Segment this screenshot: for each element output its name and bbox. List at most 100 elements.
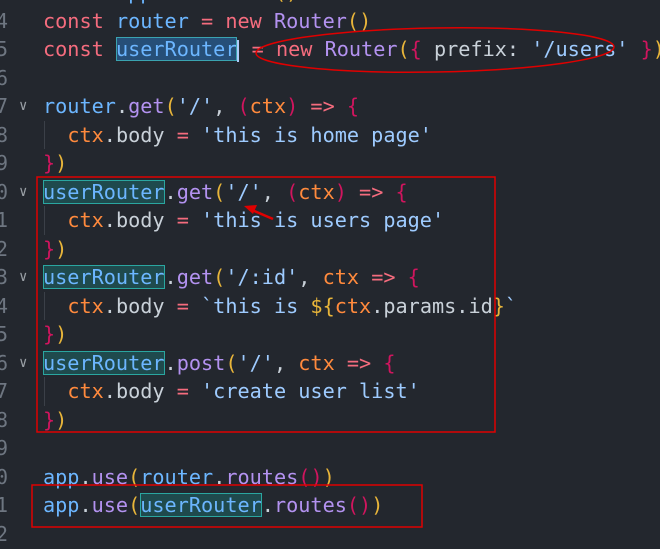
line-number: 14 xyxy=(0,293,8,318)
code-token: ctx xyxy=(334,293,372,318)
code-token: => xyxy=(346,179,396,204)
code-token: { xyxy=(409,37,422,62)
code-token: `this is xyxy=(201,293,311,318)
code-token: { xyxy=(407,265,420,290)
code-token: } xyxy=(43,236,56,261)
code-token: ) xyxy=(334,179,347,204)
line-number: 9 xyxy=(0,151,8,176)
code-token: ) xyxy=(359,493,372,518)
code-token: app xyxy=(43,493,80,518)
line-number: 10 xyxy=(0,179,8,204)
code-token: params xyxy=(383,293,457,318)
code-token: ) xyxy=(286,94,299,119)
code-line[interactable]: 5 const userRouter = new Router({ prefix:… xyxy=(0,35,660,64)
code-token: 'this is home page' xyxy=(201,122,432,147)
code-token: body xyxy=(115,208,165,233)
highlighted-symbol: userRouter xyxy=(43,179,165,204)
code-token: new xyxy=(275,37,313,62)
code-token: Router xyxy=(324,37,398,62)
code-text: }) xyxy=(43,235,67,264)
code-line[interactable]: 22 xyxy=(0,520,660,549)
code-line[interactable]: 9}) xyxy=(0,149,660,178)
code-token: ( xyxy=(164,94,177,119)
code-text: const app = new Koa() xyxy=(43,0,298,7)
code-text: userRouter.get('/', (ctx) => { xyxy=(43,178,408,207)
line-number: 7 xyxy=(0,94,8,119)
fold-chevron-icon[interactable]: ∨ xyxy=(19,263,27,292)
code-token: '/' xyxy=(225,179,262,204)
code-token: = xyxy=(188,8,226,33)
code-line[interactable]: 17 ctx.body = 'create user list' xyxy=(0,377,660,406)
code-token: . xyxy=(164,350,177,375)
code-token: ctx xyxy=(67,208,104,233)
code-token: ( xyxy=(128,493,141,518)
highlighted-symbol: userRouter xyxy=(43,265,165,290)
code-token: ctx xyxy=(67,293,104,318)
code-token: ( xyxy=(274,0,286,4)
code-line[interactable]: 4 const router = new Router() xyxy=(0,7,660,36)
code-token: routes xyxy=(273,493,347,518)
code-line[interactable]: 16 ∨ userRouter.post('/', ctx => { xyxy=(0,349,660,378)
code-token: '/:id' xyxy=(225,265,299,290)
fold-chevron-icon[interactable]: ∨ xyxy=(19,178,27,207)
code-token: ctx xyxy=(298,350,335,375)
code-token: id xyxy=(468,293,493,318)
line-number: 20 xyxy=(0,464,8,489)
fold-chevron-icon[interactable]: ∨ xyxy=(19,349,27,378)
code-token: . xyxy=(261,493,274,518)
code-token: => xyxy=(298,94,347,119)
code-line[interactable]: 13 ∨ userRouter.get('/:id', ctx => { xyxy=(0,263,660,292)
code-token: const xyxy=(43,8,104,33)
code-token: => xyxy=(334,350,384,375)
code-line[interactable]: 15}) xyxy=(0,320,660,349)
code-text: }) xyxy=(43,320,67,349)
code-token: '/' xyxy=(176,94,214,119)
code-token: ( xyxy=(225,350,238,375)
code-token: . xyxy=(371,293,384,318)
line-number: 11 xyxy=(0,208,8,233)
line-number: 3 xyxy=(0,0,8,7)
code-token: ( xyxy=(213,179,226,204)
code-line[interactable]: 3 const app = new Koa() xyxy=(0,0,660,7)
code-token: ctx xyxy=(322,265,360,290)
code-token: . xyxy=(103,122,116,147)
highlighted-symbol: userRouter xyxy=(140,493,262,518)
code-line[interactable]: 20 app.use(router.routes()) xyxy=(0,463,660,492)
code-line[interactable]: 19 xyxy=(0,434,660,463)
code-line[interactable]: 10 ∨ userRouter.get('/', (ctx) => { xyxy=(0,178,660,207)
code-token: body xyxy=(115,122,165,147)
code-line[interactable]: 21app.use(userRouter.routes()) xyxy=(0,491,660,520)
code-line[interactable]: 11 ctx.body = 'this is users page' xyxy=(0,206,660,235)
code-token: ${ xyxy=(310,293,335,318)
code-token: ( xyxy=(397,37,410,62)
code-token: } xyxy=(43,322,56,347)
code-text: const userRouter = new Router({ prefix: … xyxy=(43,35,660,64)
code-token: ) xyxy=(371,493,384,518)
code-editor[interactable]: 3 const app = new Koa()4const router = ne… xyxy=(0,0,660,549)
code-token: ( xyxy=(213,265,226,290)
fold-chevron-icon[interactable]: ∨ xyxy=(19,92,27,121)
code-line[interactable]: 8 ctx.body = 'this is home page' xyxy=(0,120,660,150)
code-line[interactable]: 14 ctx.body = `this is ${ctx.params.id}` xyxy=(0,291,660,321)
line-number: 17 xyxy=(0,379,8,404)
line-number: 8 xyxy=(0,122,8,147)
code-token: } xyxy=(43,407,56,432)
line-number: 6 xyxy=(0,65,8,90)
code-line[interactable]: 7 ∨ router.get('/', (ctx) => { xyxy=(0,92,660,121)
code-token: ctx xyxy=(67,379,104,404)
code-token: { xyxy=(346,94,360,119)
code-token: ) xyxy=(55,407,68,432)
code-token: ) xyxy=(55,322,68,347)
code-token: const xyxy=(43,0,104,4)
code-line[interactable]: 6 xyxy=(0,64,660,93)
code-line[interactable]: 18}) xyxy=(0,406,660,435)
code-line[interactable]: 12}) xyxy=(0,235,660,264)
code-token: router xyxy=(43,94,116,119)
code-token: = xyxy=(164,122,202,147)
code-token: = xyxy=(152,0,188,4)
code-text: app.use(router.routes()) xyxy=(43,463,335,492)
